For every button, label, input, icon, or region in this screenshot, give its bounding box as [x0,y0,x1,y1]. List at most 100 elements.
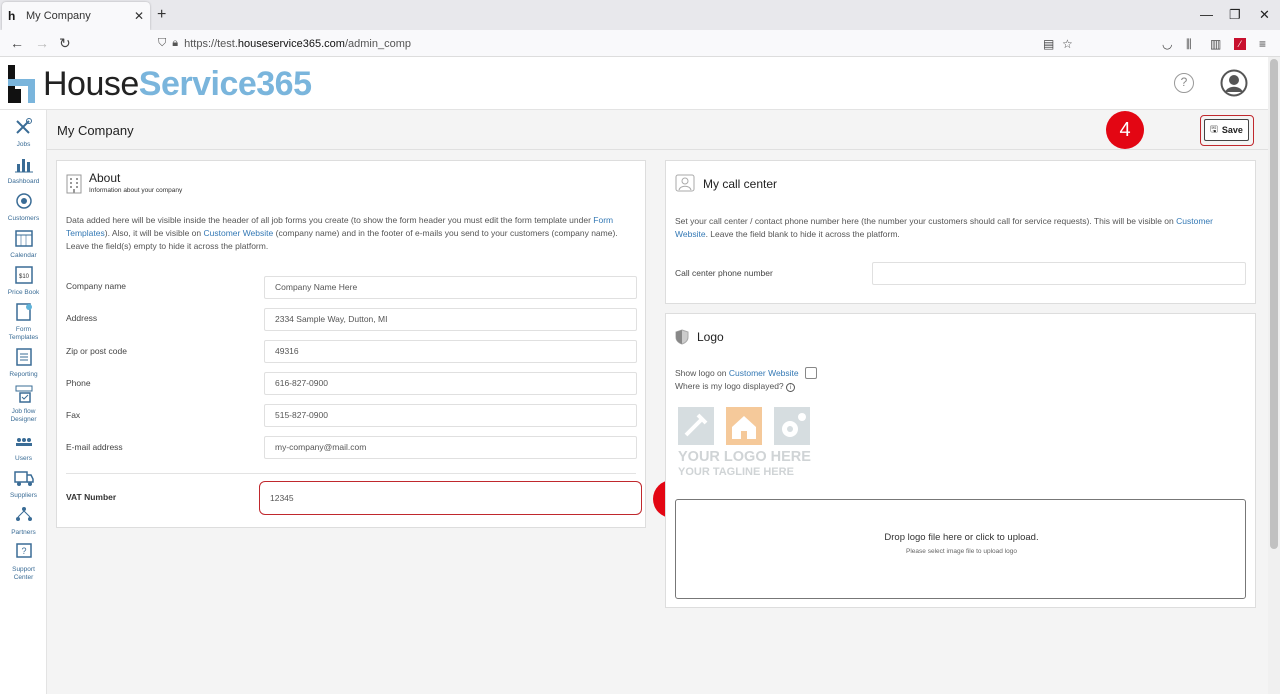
dropzone-title: Drop logo file here or click to upload. [884,532,1039,543]
page-scrollbar[interactable] [1268,57,1280,694]
svg-text:$10: $10 [18,274,29,280]
save-highlight: 🖫 Save [1200,115,1254,146]
zip-input[interactable]: 49316 [264,340,637,363]
shield-icon: ⛉ [158,37,167,49]
about-divider [66,473,636,474]
company-name-label: Company name [66,281,127,291]
fax-label: Fax [66,410,81,420]
calendar-icon [14,230,33,247]
browser-nav-bar: ← → ↻ ⛉ 🔒︎ https://test. houseservice365.… [0,30,1280,57]
restore-window-icon[interactable]: ❐ [1229,7,1241,23]
tools-icon [15,118,32,134]
pocket-icon[interactable]: ◡ [1162,37,1172,51]
extension-icon[interactable]: ⁄ [1234,38,1246,50]
dropzone-subtitle: Please select image file to upload logo [906,548,1017,555]
user-avatar-icon[interactable] [1220,69,1248,97]
app-logo[interactable]: HouseService365 [7,63,312,105]
reader-view-icon[interactable]: ▤ [1043,37,1054,51]
logo-dropzone[interactable]: Drop logo file here or click to upload. … [675,499,1246,599]
logo-panel: Logo Show logo on Customer Website Where… [665,313,1256,608]
menu-icon[interactable]: ≡ [1259,37,1266,51]
sidebar-item-price-book[interactable]: $10 Price Book [0,266,47,297]
save-button[interactable]: 🖫 Save [1204,119,1249,141]
price-book-icon: $10 [14,266,33,284]
about-panel: About Information about your company Dat… [56,160,646,528]
logo-h-icon [8,65,35,103]
tab-title: My Company [26,10,91,22]
email-label: E-mail address [66,442,123,452]
form-templates-icon [15,303,32,321]
page-title: My Company [57,123,134,138]
close-window-icon[interactable]: ✕ [1259,7,1270,23]
call-center-phone-input[interactable] [872,262,1246,285]
vat-label: VAT Number [66,492,117,502]
call-center-description: Set your call center / contact phone num… [675,216,1213,239]
address-input[interactable]: 2334 Sample Way, Dutton, MI [264,308,637,331]
sidebar: Jobs Dashboard Customers Calendar $10 Pr… [0,110,47,694]
url-host: houseservice365.com [237,37,345,50]
browser-tab-bar: h My Company ✕ + — ❐ ✕ [0,0,1280,30]
call-center-icon [675,174,695,192]
call-center-title: My call center [703,177,778,191]
support-icon: ? [15,543,32,558]
page-header: My Company 4 🖫 Save [47,110,1268,150]
main-content: My Company 4 🖫 Save About Information ab… [47,110,1268,694]
sidebar-item-calendar[interactable]: Calendar [0,229,47,260]
logo-title: Logo [697,330,724,344]
new-tab-button[interactable]: + [157,6,166,24]
email-input[interactable]: my-company@mail.com [264,436,637,459]
sidebar-item-support-center[interactable]: ? Support Center [0,543,47,582]
where-logo-label: Where is my logo displayed? i [675,380,796,393]
site-favicon-icon: h [8,9,16,23]
sidebar-item-suppliers[interactable]: Suppliers [0,469,47,500]
call-center-phone-label: Call center phone number [675,268,773,278]
about-title: About [89,171,121,185]
scrollbar-thumb[interactable] [1270,59,1278,549]
show-logo-checkbox[interactable] [805,367,817,379]
building-icon [66,174,82,194]
about-description: Data added here will be visible inside t… [66,215,618,251]
vat-input[interactable]: 12345 [259,481,642,515]
address-label: Address [66,313,98,323]
logo-placeholder: YOUR LOGO HERE YOUR TAGLINE HERE [678,407,818,482]
lock-icon: 🔒︎ [172,37,179,49]
users-icon [15,438,32,446]
app-header: HouseService365 ? [0,57,1268,110]
reporting-icon [15,348,32,366]
sidebar-item-users[interactable]: Users [0,432,47,463]
back-icon[interactable]: ← [10,35,24,51]
phone-input[interactable]: 616-827-0900 [264,372,637,395]
sidebar-toggle-icon[interactable]: ▥ [1210,37,1221,51]
bookmark-star-icon[interactable]: ☆ [1062,37,1073,51]
forward-icon[interactable]: → [35,35,49,51]
truck-icon [13,471,34,486]
shield-icon [675,329,689,345]
url-prefix: https://test. [184,37,238,50]
url-path: /admin_comp [344,37,411,50]
fax-input[interactable]: 515-827-0900 [264,404,637,427]
minimize-window-icon[interactable]: — [1200,7,1213,22]
tab-close-icon[interactable]: ✕ [134,9,144,23]
zip-label: Zip or post code [66,346,127,356]
help-icon[interactable]: ? [1174,73,1194,93]
sidebar-item-partners[interactable]: Partners [0,506,47,537]
sidebar-item-jobs[interactable]: Jobs [0,118,47,149]
reload-icon[interactable]: ↻ [59,35,71,52]
customer-website-link-3[interactable]: Customer Website [729,368,799,378]
address-bar[interactable]: ⛉ 🔒︎ https://test. houseservice365.com/ad… [150,32,1085,55]
company-name-input[interactable]: Company Name Here [264,276,637,299]
library-icon[interactable]: ⫼ [1186,37,1192,52]
sidebar-item-reporting[interactable]: Reporting [0,348,47,379]
step-badge-save: 4 [1106,111,1144,149]
sidebar-item-customers[interactable]: Customers [0,192,47,223]
chart-icon [14,159,33,173]
phone-label: Phone [66,378,91,388]
partners-icon [15,507,32,521]
info-icon[interactable]: i [786,383,796,392]
sidebar-item-job-flow-designer[interactable]: Job flow Designer [0,385,47,424]
logo-text: HouseService365 [43,64,312,103]
sidebar-item-dashboard[interactable]: Dashboard [0,155,47,186]
customer-website-link[interactable]: Customer Website [203,228,273,238]
browser-tab[interactable]: h My Company ✕ [2,2,150,30]
sidebar-item-form-templates[interactable]: Form Templates [0,303,47,342]
